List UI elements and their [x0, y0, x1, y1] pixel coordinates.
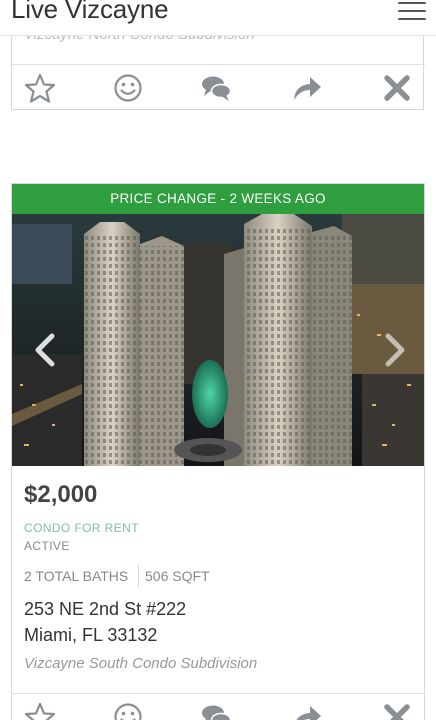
dismiss-icon[interactable]	[381, 702, 413, 720]
subdivision-name: Vizcayne South Condo Subdivision	[24, 655, 258, 672]
previous-photo-arrow-icon[interactable]	[30, 332, 60, 368]
share-icon[interactable]	[291, 702, 323, 720]
listing-price: $2,000	[24, 481, 98, 508]
listing-photo[interactable]	[12, 214, 424, 466]
square-footage: 506 SQFT	[145, 568, 210, 584]
brand-logo-text[interactable]: Live Vizcayne	[11, 0, 169, 25]
comments-icon[interactable]	[200, 73, 232, 103]
building-photo-image	[12, 214, 424, 466]
previous-action-bar	[12, 64, 425, 110]
hamburger-menu-icon[interactable]	[398, 2, 426, 22]
favorite-star-icon[interactable]	[24, 702, 56, 720]
listing-card[interactable]: PRICE CHANGE - 2 WEEKS AGO $2,000 CONDO …	[11, 183, 425, 720]
listing-action-bar	[12, 693, 425, 720]
favorite-star-icon[interactable]	[24, 73, 56, 103]
top-bar: Live Vizcayne	[0, 0, 436, 36]
price-change-banner: PRICE CHANGE - 2 WEEKS AGO	[12, 184, 424, 214]
share-icon[interactable]	[291, 73, 323, 103]
comments-icon[interactable]	[200, 702, 232, 720]
total-baths: 2 TOTAL BATHS	[24, 568, 129, 584]
street-address[interactable]: 253 NE 2nd St #222	[24, 599, 186, 620]
next-photo-arrow-icon[interactable]	[380, 332, 410, 368]
smiley-icon[interactable]	[112, 702, 144, 720]
property-type: CONDO FOR RENT	[24, 521, 139, 535]
city-state-zip: Miami, FL 33132	[24, 625, 158, 645]
listing-status: ACTIVE	[24, 539, 70, 553]
smiley-icon[interactable]	[112, 73, 144, 103]
page: Vizcayne North Condo Subdivision Live Vi…	[0, 0, 436, 720]
dismiss-icon[interactable]	[381, 73, 413, 103]
stats-divider	[138, 564, 139, 588]
